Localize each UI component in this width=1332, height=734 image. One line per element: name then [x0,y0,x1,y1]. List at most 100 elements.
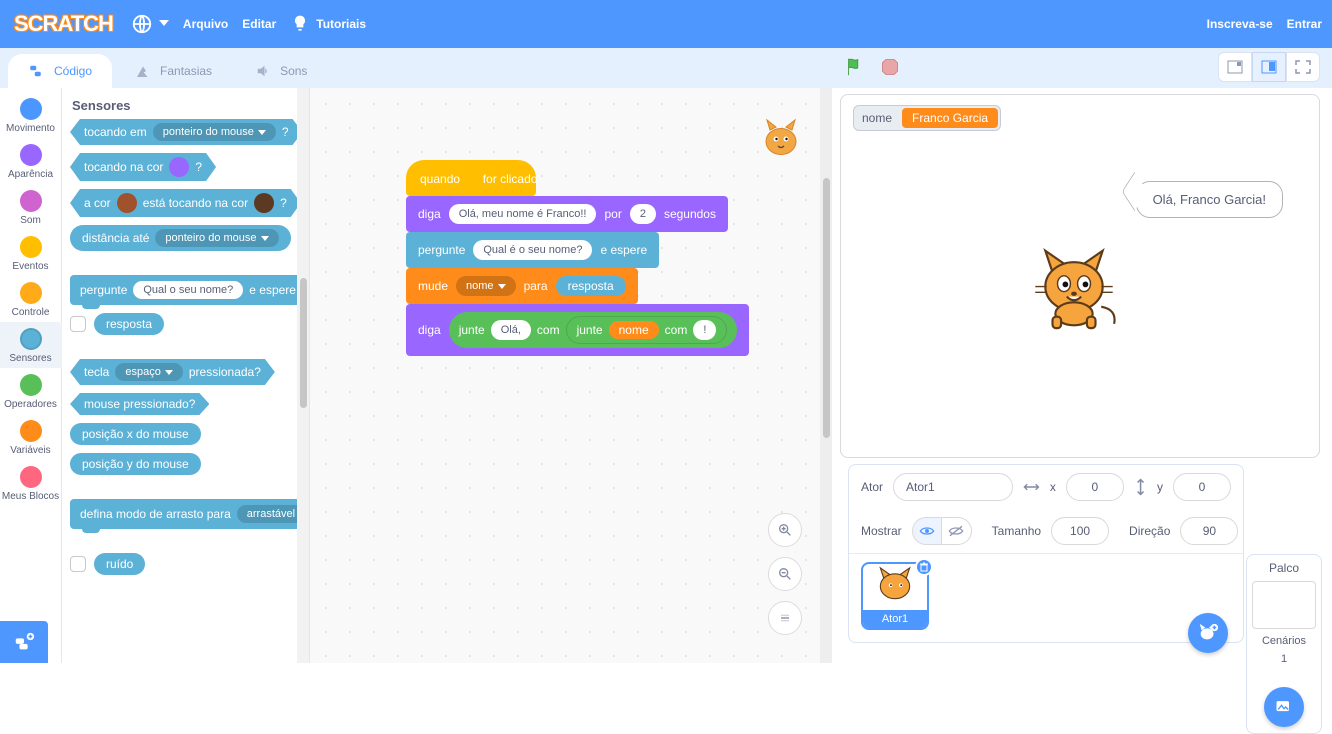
palette-heading: Sensores [72,98,303,113]
cat-operators[interactable]: Operadores [0,368,62,414]
arg-color-b[interactable] [254,193,274,213]
label-show: Mostrar [861,524,902,538]
globe-icon [131,13,153,35]
arg-join1-a[interactable]: Olá, [491,320,531,340]
sounds-icon [254,62,272,80]
tab-sounds[interactable]: Sons [234,54,327,88]
stage-sprite-cat[interactable] [1031,245,1117,334]
edit-menu[interactable]: Editar [242,17,276,31]
zoom-in-button[interactable] [768,513,802,547]
arg-say1-text[interactable]: Olá, meu nome é Franco!! [449,204,597,224]
block-say-for-secs[interactable]: diga Olá, meu nome é Franco!! por 2 segu… [406,196,728,232]
arg-distance-target[interactable]: ponteiro do mouse [155,229,278,247]
block-when-flag[interactable]: quando for clicado [406,160,536,196]
sprite-dir-input[interactable] [1180,517,1238,545]
arg-touching-target[interactable]: ponteiro do mouse [153,123,276,141]
op-join-outer[interactable]: junte Olá, com junte nome com ! [449,312,738,348]
pblock-ask[interactable]: pergunte Qual o seu nome? e espere [70,275,306,305]
arg-join2-c[interactable]: ! [693,320,716,340]
zoom-reset-icon [777,610,793,626]
small-stage-icon [1227,60,1243,74]
stage-large-button[interactable] [1252,52,1286,82]
var-monitor-label: nome [854,108,900,128]
tab-costumes[interactable]: Fantasias [114,54,232,88]
cat-motion[interactable]: Movimento [0,92,62,138]
pblock-loudness[interactable]: ruído [94,553,145,575]
stage[interactable]: nome Franco Garcia Olá, Franco Garcia! [840,94,1320,458]
sprite-tile-name: Ator1 [863,610,927,628]
arg-key[interactable]: espaço [115,363,182,381]
sprite-size-input[interactable] [1051,517,1109,545]
block-set-var[interactable]: mude nome para resposta [406,268,638,304]
hide-button[interactable] [942,517,972,545]
code-icon [28,62,46,80]
cat-myblocks[interactable]: Meus Blocos [0,460,62,506]
arg-answer-reporter[interactable]: resposta [556,276,626,296]
sprite-name-input[interactable] [893,473,1013,501]
monitor-check-loudness[interactable] [70,556,86,572]
join-link[interactable]: Inscreva-se [1207,17,1273,31]
variable-monitor[interactable]: nome Franco Garcia [853,105,1001,131]
pblock-dragmode[interactable]: defina modo de arrasto para arrastável [70,499,310,529]
cat-control[interactable]: Controle [0,276,62,322]
stop-button[interactable] [880,57,900,80]
pblock-distance[interactable]: distância até ponteiro do mouse [70,225,291,251]
cat-looks[interactable]: Aparência [0,138,62,184]
sprite-y-input[interactable] [1173,473,1231,501]
arg-color-a[interactable] [117,193,137,213]
pblock-mouse-x[interactable]: posição x do mouse [70,423,201,445]
monitor-check-answer[interactable] [70,316,86,332]
pblock-touching[interactable]: tocando em ponteiro do mouse ? [70,119,303,145]
pblock-key-pressed[interactable]: tecla espaço pressionada? [70,359,275,385]
add-backdrop-button[interactable] [1264,687,1304,727]
block-ask[interactable]: pergunte Qual é o seu nome? e espere [406,232,659,268]
stage-thumb[interactable] [1252,581,1316,629]
pblock-color-touching-color[interactable]: a cor está tocando na cor ? [70,189,301,217]
cat-sensing-dot [20,328,42,350]
sprite-x-input[interactable] [1066,473,1124,501]
scratch-logo[interactable]: SCRATCH [10,11,117,37]
zoom-out-button[interactable] [768,557,802,591]
show-button[interactable] [912,517,942,545]
arg-say1-secs[interactable]: 2 [630,204,656,224]
backpack-toggle[interactable] [0,621,48,663]
stage-small-button[interactable] [1218,52,1252,82]
arg-color-swatch[interactable] [169,157,189,177]
arg-ask-text[interactable]: Qual o seu nome? [133,281,243,299]
sprite-tile[interactable]: Ator1 [861,562,929,630]
cat-events[interactable]: Eventos [0,230,62,276]
palette-scrollbar[interactable] [300,278,307,408]
zoom-reset-button[interactable] [768,601,802,635]
language-menu[interactable] [131,13,169,35]
pblock-answer[interactable]: resposta [94,313,164,335]
workspace[interactable]: quando for clicado diga Olá, meu nome é … [310,88,832,663]
menu-bar: SCRATCH Arquivo Editar Tutoriais Inscrev… [0,0,1332,48]
pblock-mouse-y[interactable]: posição y do mouse [70,453,201,475]
stage-full-button[interactable] [1286,52,1320,82]
op-join-inner[interactable]: junte nome com ! [566,316,728,344]
cat-sound[interactable]: Som [0,184,62,230]
block-say-join[interactable]: diga junte Olá, com junte nome com ! [406,304,749,356]
cat-sensing[interactable]: Sensores [0,322,62,368]
cat-looks-dot [20,144,42,166]
cat-variables[interactable]: Variáveis [0,414,62,460]
add-sprite-button[interactable] [1188,613,1228,653]
sprite-delete-button[interactable] [915,558,933,576]
tutorials-menu[interactable]: Tutoriais [290,14,366,34]
pblock-mouse-down[interactable]: mouse pressionado? [70,393,209,415]
zoom-in-icon [777,522,793,538]
script-stack[interactable]: quando for clicado diga Olá, meu nome é … [406,160,749,356]
green-flag-button[interactable] [844,56,866,81]
tab-code[interactable]: Código [8,54,112,88]
stage-area: nome Franco Garcia Olá, Franco Garcia! [832,88,1332,663]
signin-link[interactable]: Entrar [1287,17,1322,31]
file-menu[interactable]: Arquivo [183,17,228,31]
arg-ask-text-ws[interactable]: Qual é o seu nome? [473,240,592,260]
stage-scenes-label: Cenários [1262,635,1306,647]
cat-control-dot [20,282,42,304]
xy-icon [1023,480,1040,494]
arg-set-var-name[interactable]: nome [456,276,516,296]
workspace-scrollbar[interactable] [823,178,830,438]
var-nome-reporter[interactable]: nome [609,321,659,339]
pblock-touching-color[interactable]: tocando na cor ? [70,153,216,181]
